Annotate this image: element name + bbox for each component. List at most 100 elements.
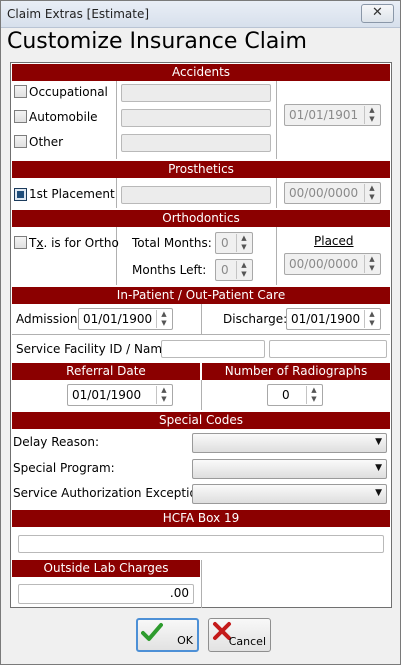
months-left-stepper[interactable]: 0 ▲ ▼ bbox=[215, 259, 253, 281]
placed-label: Placed bbox=[314, 234, 354, 248]
lab-charges-header: Outside Lab Charges bbox=[12, 560, 200, 577]
total-months-label: Total Months: bbox=[132, 236, 212, 250]
down-arrow-icon: ▼ bbox=[369, 115, 375, 123]
orthodontics-header: Orthodontics bbox=[12, 210, 390, 227]
up-arrow-icon: ▲ bbox=[161, 386, 167, 394]
lab-charges-field[interactable]: .00 bbox=[18, 584, 194, 604]
referral-header: Referral Date bbox=[12, 363, 200, 380]
discharge-date-stepper[interactable]: ▲ ▼ bbox=[364, 310, 379, 328]
down-arrow-icon: ▼ bbox=[311, 395, 317, 403]
divider bbox=[116, 178, 117, 208]
total-months-arrows[interactable]: ▲ ▼ bbox=[236, 234, 251, 252]
up-arrow-icon: ▲ bbox=[369, 184, 375, 192]
radiographs-arrows[interactable]: ▲ ▼ bbox=[306, 386, 321, 404]
first-placement-checkbox[interactable] bbox=[14, 188, 27, 201]
up-arrow-icon: ▲ bbox=[161, 310, 167, 318]
special-program-label: Special Program: bbox=[13, 461, 115, 475]
referral-date-value: 01/01/1900 bbox=[72, 388, 142, 402]
divider bbox=[201, 560, 202, 608]
radiographs-stepper[interactable]: 0 ▲ ▼ bbox=[267, 384, 323, 406]
up-arrow-icon: ▲ bbox=[241, 261, 247, 269]
months-left-arrows[interactable]: ▲ ▼ bbox=[236, 261, 251, 279]
care-header: In-Patient / Out-Patient Care bbox=[12, 287, 390, 304]
ok-label: OK bbox=[177, 634, 193, 647]
down-arrow-icon: ▼ bbox=[241, 270, 247, 278]
facility-id-field[interactable] bbox=[161, 340, 265, 358]
down-arrow-icon: ▼ bbox=[241, 243, 247, 251]
admission-date-value: 01/01/1900 bbox=[83, 312, 153, 326]
down-arrow-icon: ▼ bbox=[369, 319, 375, 327]
up-arrow-icon: ▲ bbox=[241, 234, 247, 242]
down-arrow-icon: ▼ bbox=[161, 395, 167, 403]
admission-date-picker[interactable]: 01/01/1900 ▲ ▼ bbox=[78, 308, 173, 330]
tx-suffix: . is for Ortho bbox=[43, 236, 119, 250]
down-arrow-icon: ▼ bbox=[369, 193, 375, 201]
tx-for-ortho-label: Tx. is for Ortho bbox=[29, 236, 119, 250]
special-program-dropdown[interactable]: ▼ bbox=[192, 459, 387, 479]
divider bbox=[116, 81, 117, 159]
first-placement-field[interactable] bbox=[121, 186, 271, 204]
delay-reason-label: Delay Reason: bbox=[13, 435, 100, 449]
divider bbox=[201, 304, 202, 334]
chevron-down-icon: ▼ bbox=[375, 437, 382, 447]
prosthetics-header: Prosthetics bbox=[12, 161, 390, 178]
claim-extras-window: Claim Extras [Estimate] ✕ Customize Insu… bbox=[0, 0, 401, 665]
accidents-header: Accidents bbox=[12, 64, 390, 81]
accident-date-picker[interactable]: 01/01/1901 ▲ ▼ bbox=[284, 104, 381, 126]
close-icon: ✕ bbox=[372, 5, 383, 20]
ok-button[interactable]: OK bbox=[136, 618, 199, 652]
delay-reason-dropdown[interactable]: ▼ bbox=[192, 433, 387, 453]
divider bbox=[201, 380, 202, 410]
other-field[interactable] bbox=[121, 134, 271, 152]
placed-date-value: 00/00/0000 bbox=[289, 257, 359, 271]
hcfa-box-19-field[interactable] bbox=[18, 535, 384, 553]
admission-label: Admission: bbox=[16, 312, 82, 326]
discharge-date-value: 01/01/1900 bbox=[291, 312, 361, 326]
prosthetics-date-stepper[interactable]: ▲ ▼ bbox=[364, 184, 379, 202]
tx-for-ortho-checkbox[interactable] bbox=[14, 236, 27, 249]
other-label: Other bbox=[29, 135, 64, 149]
special-codes-header: Special Codes bbox=[12, 412, 390, 429]
months-left-value: 0 bbox=[221, 263, 229, 277]
automobile-label: Automobile bbox=[29, 110, 98, 124]
referral-date-picker[interactable]: 01/01/1900 ▲ ▼ bbox=[67, 384, 173, 406]
cancel-label: Cancel bbox=[228, 635, 266, 648]
placed-date-picker[interactable]: 00/00/0000 ▲ ▼ bbox=[284, 253, 381, 275]
total-months-stepper[interactable]: 0 ▲ ▼ bbox=[215, 232, 253, 254]
up-arrow-icon: ▲ bbox=[311, 386, 317, 394]
up-arrow-icon: ▲ bbox=[369, 255, 375, 263]
referral-date-stepper[interactable]: ▲ ▼ bbox=[156, 386, 171, 404]
lab-charges-value: .00 bbox=[169, 586, 189, 600]
automobile-field[interactable] bbox=[121, 109, 271, 127]
prosthetics-date-value: 00/00/0000 bbox=[289, 186, 359, 200]
discharge-date-picker[interactable]: 01/01/1900 ▲ ▼ bbox=[286, 308, 381, 330]
prosthetics-date-picker[interactable]: 00/00/0000 ▲ ▼ bbox=[284, 182, 381, 204]
occupational-field[interactable] bbox=[121, 84, 271, 102]
occupational-label: Occupational bbox=[29, 85, 108, 99]
down-arrow-icon: ▼ bbox=[369, 264, 375, 272]
up-arrow-icon: ▲ bbox=[369, 106, 375, 114]
auth-exception-dropdown[interactable]: ▼ bbox=[192, 484, 387, 504]
other-checkbox[interactable] bbox=[14, 135, 27, 148]
total-months-value: 0 bbox=[221, 236, 229, 250]
page-title: Customize Insurance Claim bbox=[7, 29, 307, 54]
radiographs-value: 0 bbox=[282, 388, 290, 402]
radiographs-header: Number of Radiographs bbox=[202, 363, 390, 380]
divider bbox=[276, 178, 277, 208]
admission-date-stepper[interactable]: ▲ ▼ bbox=[156, 310, 171, 328]
accident-date-value: 01/01/1901 bbox=[289, 108, 359, 122]
divider bbox=[12, 334, 390, 335]
facility-label: Service Facility ID / Name: bbox=[16, 342, 174, 356]
cancel-button[interactable]: Cancel bbox=[208, 618, 271, 652]
hcfa-header: HCFA Box 19 bbox=[12, 510, 390, 527]
close-button[interactable]: ✕ bbox=[361, 4, 394, 23]
up-arrow-icon: ▲ bbox=[369, 310, 375, 318]
occupational-checkbox[interactable] bbox=[14, 85, 27, 98]
facility-name-field[interactable] bbox=[269, 340, 387, 358]
placed-date-stepper[interactable]: ▲ ▼ bbox=[364, 255, 379, 273]
checkmark-icon bbox=[141, 623, 163, 641]
down-arrow-icon: ▼ bbox=[161, 319, 167, 327]
chevron-down-icon: ▼ bbox=[375, 488, 382, 498]
automobile-checkbox[interactable] bbox=[14, 110, 27, 123]
accident-date-stepper[interactable]: ▲ ▼ bbox=[364, 106, 379, 124]
